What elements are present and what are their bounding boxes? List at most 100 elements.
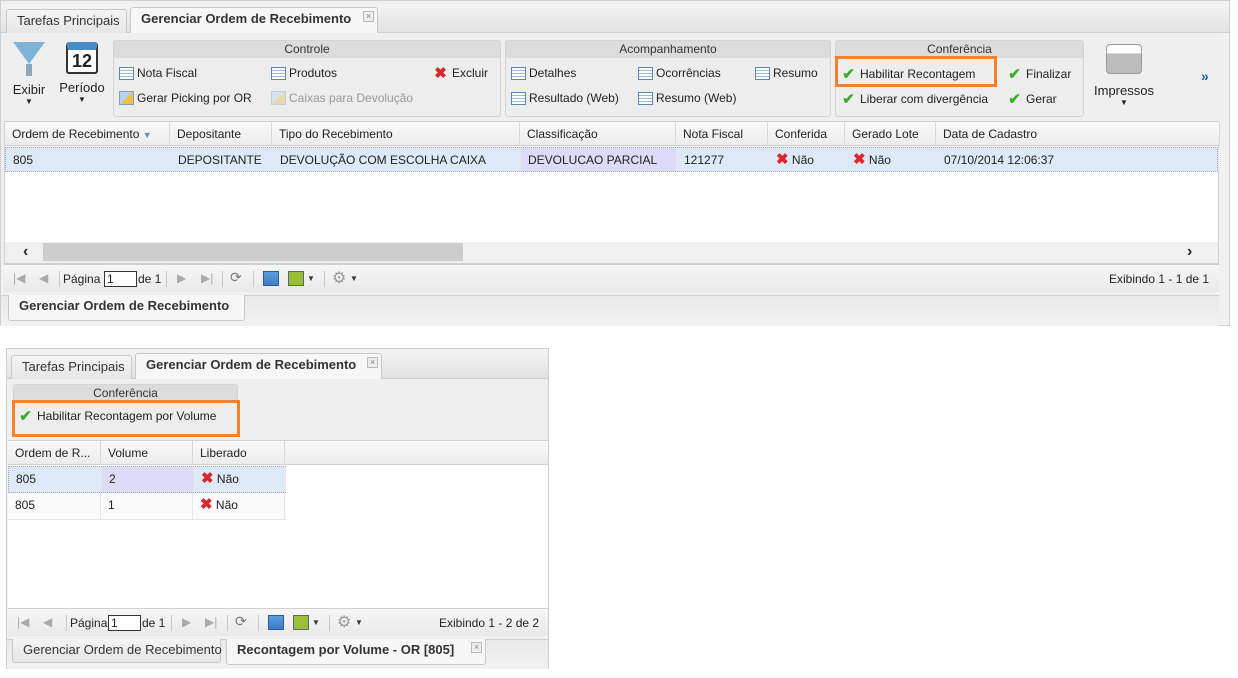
more-button[interactable]: » bbox=[1201, 68, 1209, 84]
chevron-down-icon[interactable]: ▼ bbox=[312, 618, 320, 627]
export-icon[interactable] bbox=[288, 271, 304, 286]
grid-icon bbox=[511, 66, 526, 80]
check-icon: ✔ bbox=[1008, 66, 1021, 83]
page-label: Página bbox=[70, 616, 108, 630]
detalhes-button[interactable]: Detalhes bbox=[511, 66, 576, 80]
resumo-button[interactable]: Resumo bbox=[755, 66, 818, 80]
chevron-down-icon[interactable]: ▼ bbox=[350, 274, 358, 283]
close-icon[interactable]: × bbox=[367, 357, 378, 368]
scroll-left-icon[interactable]: ‹ bbox=[23, 243, 28, 261]
nota-fiscal-button[interactable]: Nota Fiscal bbox=[119, 66, 197, 80]
next-page-icon[interactable]: ▶ bbox=[177, 271, 186, 285]
first-page-icon[interactable]: |◀ bbox=[17, 615, 29, 629]
cell: DEVOLUÇÃO COM ESCOLHA CAIXA bbox=[273, 148, 521, 171]
chart-icon[interactable] bbox=[263, 271, 279, 286]
column-header[interactable]: Tipo do Recebimento bbox=[272, 122, 520, 146]
tab-gerenciar-ordem[interactable]: Gerenciar Ordem de Recebimento bbox=[12, 639, 222, 663]
paging-toolbar: |◀ ◀ Página 1 de 1 ▶ ▶| ⟳ ▼ ⚙ ▼ Exibindo… bbox=[4, 264, 1219, 292]
cell: ✖ Não bbox=[846, 148, 937, 171]
page-input[interactable]: 1 bbox=[104, 271, 137, 287]
ocorrencias-button[interactable]: Ocorrências bbox=[638, 66, 721, 80]
refresh-icon[interactable]: ⟳ bbox=[235, 613, 247, 630]
table-row[interactable]: 805 2 ✖ Não bbox=[8, 466, 286, 493]
tab-tarefas-principais[interactable]: Tarefas Principais bbox=[11, 355, 132, 379]
liberar-divergencia-button[interactable]: ✔ Liberar com divergência bbox=[840, 90, 988, 108]
chevron-down-icon[interactable]: ▼ bbox=[307, 274, 315, 283]
horizontal-scrollbar[interactable]: ‹ › bbox=[5, 242, 1218, 263]
toolbar: Conferência ✔ Habilitar Recontagem por Vo… bbox=[7, 380, 548, 440]
chart-icon[interactable] bbox=[268, 615, 284, 630]
x-icon: ✖ bbox=[200, 496, 213, 513]
periodo-button[interactable]: 12 Período ▼ bbox=[57, 42, 107, 104]
grid-area: Ordem de Recebimento ▼ Depositante Tipo … bbox=[4, 121, 1220, 264]
cell: 2 bbox=[102, 467, 194, 492]
column-header[interactable]: Conferida bbox=[768, 122, 845, 146]
column-header[interactable]: Depositante bbox=[170, 122, 272, 146]
impressos-button[interactable]: Impressos ▼ bbox=[1089, 42, 1159, 107]
column-header[interactable]: Data de Cadastro bbox=[936, 122, 1220, 146]
cell: ✖ Não bbox=[194, 467, 286, 492]
exibir-label: Exibir bbox=[12, 82, 46, 97]
last-page-icon[interactable]: ▶| bbox=[205, 615, 217, 629]
recontagem-panel: Tarefas Principais Gerenciar Ordem de Re… bbox=[6, 348, 549, 669]
cell: 805 bbox=[9, 467, 102, 492]
scroll-right-icon[interactable]: › bbox=[1187, 243, 1192, 261]
column-header[interactable]: Gerado Lote bbox=[845, 122, 936, 146]
table-row[interactable]: 805 1 ✖ Não bbox=[8, 493, 286, 520]
next-page-icon[interactable]: ▶ bbox=[182, 615, 191, 629]
grid-icon bbox=[638, 91, 653, 105]
gerar-picking-button[interactable]: Gerar Picking por OR bbox=[119, 91, 252, 105]
cell: ✖ Não bbox=[769, 148, 846, 171]
column-header[interactable]: Liberado bbox=[193, 441, 285, 465]
tab-gerenciar-ordem[interactable]: Gerenciar Ordem de Recebimento × bbox=[135, 353, 382, 379]
column-header[interactable]: Ordem de R... bbox=[8, 441, 101, 465]
caixas-devolucao-button[interactable]: Caixas para Devolução bbox=[271, 91, 413, 105]
excluir-button[interactable]: ✖ Excluir bbox=[432, 64, 488, 82]
exibir-button[interactable]: Exibir ▼ bbox=[9, 42, 49, 106]
column-header[interactable]: Ordem de Recebimento ▼ bbox=[5, 122, 170, 146]
export-icon[interactable] bbox=[293, 615, 309, 630]
prev-page-icon[interactable]: ◀ bbox=[43, 615, 52, 629]
page-input[interactable]: 1 bbox=[108, 615, 141, 631]
table-row[interactable]: 805 DEPOSITANTE DEVOLUÇÃO COM ESCOLHA CA… bbox=[5, 147, 1219, 172]
grid-icon bbox=[271, 66, 286, 80]
close-icon[interactable]: × bbox=[471, 642, 482, 653]
resultado-web-button[interactable]: Resultado (Web) bbox=[511, 91, 619, 105]
tab-bar: Tarefas Principais Gerenciar Ordem de Re… bbox=[7, 351, 548, 379]
display-count: Exibindo 1 - 1 de 1 bbox=[1109, 272, 1210, 286]
produtos-button[interactable]: Produtos bbox=[271, 66, 337, 80]
close-icon[interactable]: × bbox=[363, 11, 374, 22]
first-page-icon[interactable]: |◀ bbox=[13, 271, 25, 285]
resumo-web-button[interactable]: Resumo (Web) bbox=[638, 91, 736, 105]
chevron-down-icon[interactable]: ▼ bbox=[355, 618, 363, 627]
column-header[interactable]: Nota Fiscal bbox=[676, 122, 768, 146]
tab-label: Gerenciar Ordem de Recebimento bbox=[146, 357, 357, 372]
cell: ✖ Não bbox=[193, 493, 285, 519]
prev-page-icon[interactable]: ◀ bbox=[39, 271, 48, 285]
group-acompanhamento: Acompanhamento Detalhes Ocorrências Resu… bbox=[505, 40, 831, 117]
tab-recontagem-volume[interactable]: Recontagem por Volume - OR [805] × bbox=[226, 639, 486, 665]
tab-tarefas-principais[interactable]: Tarefas Principais bbox=[6, 9, 127, 33]
tab-gerenciar-ordem[interactable]: Gerenciar Ordem de Recebimento × bbox=[130, 7, 378, 33]
cell: 121277 bbox=[677, 148, 769, 171]
refresh-icon[interactable]: ⟳ bbox=[230, 269, 242, 286]
column-header[interactable]: Classificação bbox=[520, 122, 676, 146]
tab-label: Gerenciar Ordem de Recebimento bbox=[141, 11, 352, 26]
cell: 07/10/2014 12:06:37 bbox=[937, 148, 1219, 171]
tab-label: Recontagem por Volume - OR [805] bbox=[237, 642, 455, 657]
gerar-button[interactable]: ✔ Gerar bbox=[1006, 90, 1056, 108]
tab-gerenciar-ordem[interactable]: Gerenciar Ordem de Recebimento bbox=[8, 295, 245, 321]
last-page-icon[interactable]: ▶| bbox=[201, 271, 213, 285]
chevron-down-icon: ▼ bbox=[1120, 98, 1128, 107]
grid-header: Ordem de R... Volume Liberado bbox=[8, 441, 548, 465]
scroll-thumb[interactable] bbox=[43, 243, 463, 261]
chevron-down-icon: ▼ bbox=[78, 95, 86, 104]
column-header[interactable]: Volume bbox=[101, 441, 193, 465]
x-icon: ✖ bbox=[201, 470, 214, 487]
cell: DEVOLUCAO PARCIAL bbox=[521, 148, 677, 171]
finalizar-button[interactable]: ✔ Finalizar bbox=[1006, 65, 1071, 83]
funnel-icon bbox=[13, 42, 45, 64]
page-count: de 1 bbox=[138, 272, 162, 286]
gear-icon[interactable]: ⚙ bbox=[337, 612, 351, 632]
gear-icon[interactable]: ⚙ bbox=[332, 268, 346, 288]
